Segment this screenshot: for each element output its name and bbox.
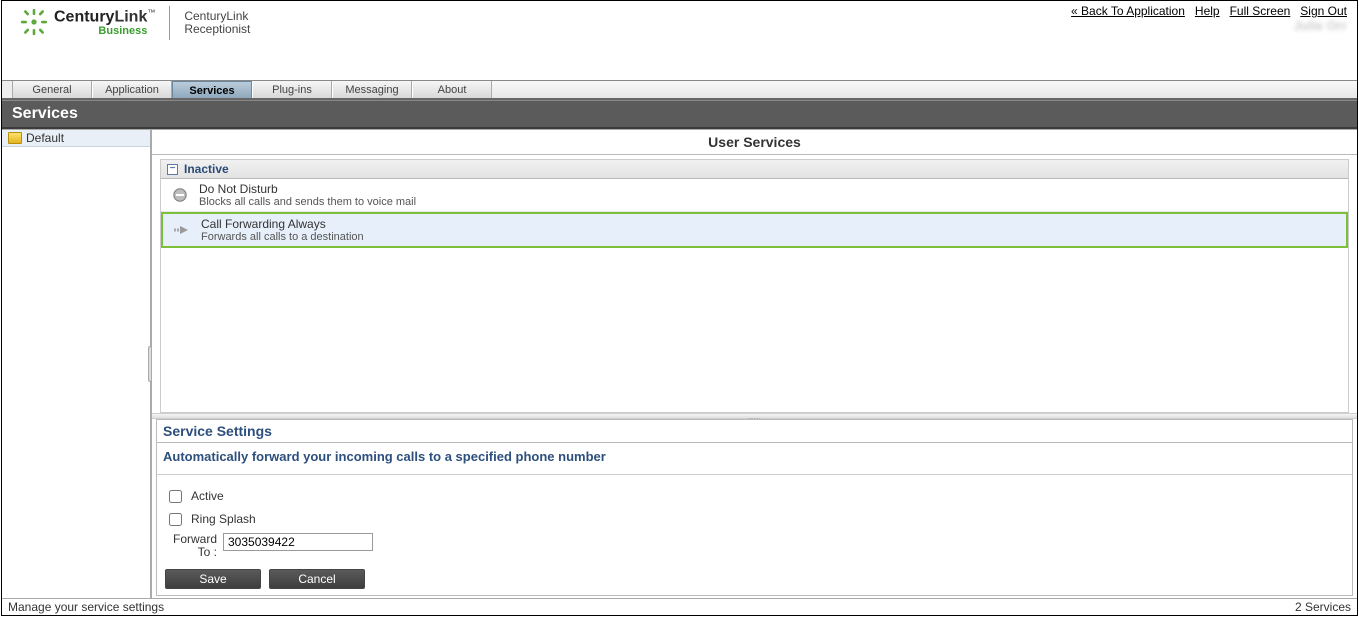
help-link[interactable]: Help xyxy=(1195,4,1220,18)
forward-to-label: ForwardTo : xyxy=(165,533,217,559)
brand-name-bold: Link xyxy=(114,9,147,26)
forward-to-input[interactable] xyxy=(223,533,373,551)
panel-title: User Services xyxy=(152,130,1357,155)
save-button[interactable]: Save xyxy=(165,569,261,589)
sign-out-link[interactable]: Sign Out xyxy=(1300,4,1347,18)
status-left: Manage your service settings xyxy=(8,600,164,614)
forward-to-row: ForwardTo : xyxy=(165,533,1344,559)
active-row: Active xyxy=(165,487,1344,506)
active-checkbox[interactable] xyxy=(169,490,182,503)
settings-form: Active Ring Splash ForwardTo : Save Canc… xyxy=(157,475,1352,595)
list-empty-area xyxy=(161,248,1348,412)
centurylink-logo-icon xyxy=(20,8,48,39)
back-to-application-link[interactable]: « Back To Application xyxy=(1071,4,1185,18)
settings-title: Service Settings xyxy=(157,420,1352,443)
services-list: − Inactive Do Not Disturb Blocks all cal… xyxy=(160,159,1349,413)
active-label[interactable]: Active xyxy=(191,489,224,503)
service-row-cfa[interactable]: Call Forwarding Always Forwards all call… xyxy=(161,212,1348,248)
main-panel: User Services − Inactive Do Not Disturb … xyxy=(152,130,1357,598)
sidebar-item-default[interactable]: Default xyxy=(2,130,150,147)
status-right: 2 Services xyxy=(1295,600,1351,614)
group-header-inactive[interactable]: − Inactive xyxy=(161,160,1348,179)
full-screen-link[interactable]: Full Screen xyxy=(1230,4,1291,18)
brand-name-main: Century xyxy=(54,9,114,26)
sidebar-item-label: Default xyxy=(26,131,64,145)
tab-bar: General Application Services Plug-ins Me… xyxy=(2,80,1357,100)
brand-text: CenturyLink™ Business xyxy=(54,9,155,36)
service-row-dnd[interactable]: Do Not Disturb Blocks all calls and send… xyxy=(161,179,1348,212)
status-bar: Manage your service settings 2 Services xyxy=(2,598,1357,615)
vertical-splitter[interactable] xyxy=(148,346,152,382)
settings-desc: Automatically forward your incoming call… xyxy=(157,443,1352,475)
collapse-icon[interactable]: − xyxy=(167,164,178,175)
no-entry-icon xyxy=(171,188,189,202)
tab-messaging[interactable]: Messaging xyxy=(332,81,412,98)
service-desc: Blocks all calls and sends them to voice… xyxy=(199,196,416,208)
group-label: Inactive xyxy=(184,162,229,176)
brand-left: CenturyLink™ Business xyxy=(20,8,155,39)
app-window: « Back To Application Help Full Screen S… xyxy=(1,0,1358,616)
body-split: Default User Services − Inactive Do Not … xyxy=(2,129,1357,598)
tab-bar-filler xyxy=(492,81,1357,98)
service-text: Call Forwarding Always Forwards all call… xyxy=(201,217,364,243)
service-desc: Forwards all calls to a destination xyxy=(201,231,364,243)
brand-separator xyxy=(169,6,170,40)
tab-general[interactable]: General xyxy=(12,81,92,98)
service-settings-panel: Service Settings Automatically forward y… xyxy=(156,419,1353,596)
section-title: Services xyxy=(2,100,1357,129)
service-title: Call Forwarding Always xyxy=(201,217,364,231)
ring-splash-checkbox[interactable] xyxy=(169,513,182,526)
tab-application[interactable]: Application xyxy=(92,81,172,98)
tab-about[interactable]: About xyxy=(412,81,492,98)
folder-icon xyxy=(8,132,22,144)
forward-arrow-icon xyxy=(173,225,191,235)
brand-product-line2: Receptionist xyxy=(184,23,250,36)
service-text: Do Not Disturb Blocks all calls and send… xyxy=(199,182,416,208)
brand-product: CenturyLink Receptionist xyxy=(184,10,250,36)
tab-plugins[interactable]: Plug-ins xyxy=(252,81,332,98)
sidebar-tree: Default xyxy=(2,130,152,598)
service-title: Do Not Disturb xyxy=(199,182,416,196)
cancel-button[interactable]: Cancel xyxy=(269,569,365,589)
ring-splash-label[interactable]: Ring Splash xyxy=(191,512,256,526)
brand-sub: Business xyxy=(54,26,155,37)
tab-services[interactable]: Services xyxy=(172,81,252,98)
brand-tm: ™ xyxy=(147,8,155,17)
brand-header: CenturyLink™ Business CenturyLink Recept… xyxy=(2,4,260,46)
button-row: Save Cancel xyxy=(165,569,1344,589)
ring-splash-row: Ring Splash xyxy=(165,510,1344,529)
